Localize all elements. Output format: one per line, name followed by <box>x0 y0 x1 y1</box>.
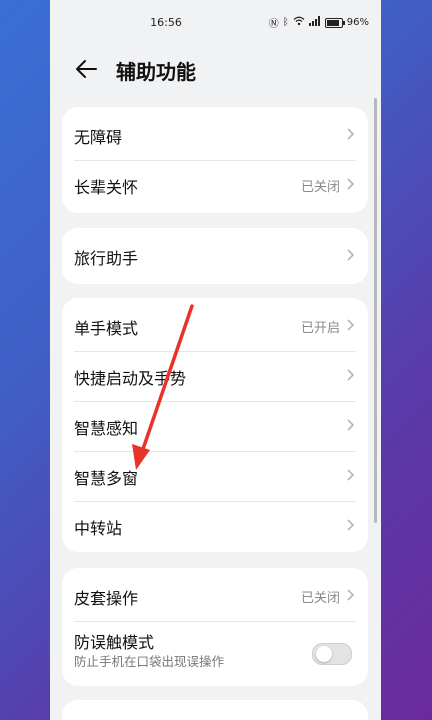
row-one-hand-mode[interactable]: 单手模式 已开启 <box>62 301 368 351</box>
row-label: 长辈关怀 <box>74 178 139 197</box>
row-elder-care[interactable]: 长辈关怀 已关闭 <box>62 160 368 210</box>
chevron-right-icon <box>347 469 355 481</box>
status-time: 16:56 <box>150 16 182 29</box>
status-bar: 16:56 Ⓝ ᛒ 96% <box>50 0 381 46</box>
row-accessibility[interactable]: 无障碍 <box>62 110 368 160</box>
settings-group-5-partial <box>62 700 368 720</box>
anti-mistouch-toggle[interactable] <box>312 643 352 665</box>
chevron-right-icon <box>347 419 355 431</box>
row-label: 中转站 <box>74 519 123 538</box>
row-smart-multiwindow[interactable]: 智慧多窗 <box>62 451 368 501</box>
chevron-right-icon <box>347 319 355 331</box>
row-cover-operation[interactable]: 皮套操作 已关闭 <box>62 571 368 621</box>
chevron-right-icon <box>347 589 355 601</box>
chevron-right-icon <box>347 249 355 261</box>
row-label: 单手模式 <box>74 319 139 338</box>
row-label: 旅行助手 <box>74 249 139 268</box>
row-anti-mistouch[interactable]: 防误触模式 防止手机在口袋出现误操作 <box>62 621 368 683</box>
settings-group-4: 皮套操作 已关闭 防误触模式 防止手机在口袋出现误操作 <box>62 568 368 686</box>
row-label: 快捷启动及手势 <box>74 369 187 388</box>
row-subtitle: 防止手机在口袋出现误操作 <box>74 654 225 669</box>
page-title: 辅助功能 <box>116 60 196 84</box>
row-travel-assistant[interactable]: 旅行助手 <box>62 231 368 281</box>
chevron-right-icon <box>347 128 355 140</box>
back-arrow-icon[interactable] <box>74 56 100 82</box>
row-label: 智慧多窗 <box>74 469 139 488</box>
chevron-right-icon <box>347 369 355 381</box>
row-value: 已开启 <box>300 321 340 336</box>
row-value: 已关闭 <box>300 591 340 606</box>
chevron-right-icon <box>347 519 355 531</box>
header: 辅助功能 <box>50 46 381 92</box>
row-label: 防误触模式 <box>74 633 155 652</box>
chevron-right-icon <box>347 178 355 190</box>
settings-group-2: 旅行助手 <box>62 228 368 284</box>
row-shortcuts-gestures[interactable]: 快捷启动及手势 <box>62 351 368 401</box>
row-transfer-station[interactable]: 中转站 <box>62 501 368 551</box>
nfc-icon: Ⓝ <box>268 19 279 30</box>
row-smart-perception[interactable]: 智慧感知 <box>62 401 368 451</box>
scrollbar[interactable] <box>374 98 377 523</box>
row-label: 智慧感知 <box>74 419 139 438</box>
toggle-knob <box>316 646 332 662</box>
settings-group-3: 单手模式 已开启 快捷启动及手势 智慧感知 智慧多窗 中转站 <box>62 298 368 552</box>
wifi-icon <box>293 16 305 29</box>
bluetooth-icon: ᛒ <box>282 17 289 28</box>
settings-group-1: 无障碍 长辈关怀 已关闭 <box>62 107 368 213</box>
row-label: 皮套操作 <box>74 589 139 608</box>
status-icons: Ⓝ ᛒ 96% <box>269 15 369 30</box>
row-label: 无障碍 <box>74 128 123 147</box>
battery-percent: 96% <box>346 17 369 28</box>
row-value: 已关闭 <box>300 180 340 195</box>
signal-icon <box>308 16 321 29</box>
battery-icon <box>324 17 345 28</box>
phone-screen: 16:56 Ⓝ ᛒ 96% 辅助功能 无障碍 长辈关怀 已关闭 旅行助手 单手模… <box>50 0 381 720</box>
